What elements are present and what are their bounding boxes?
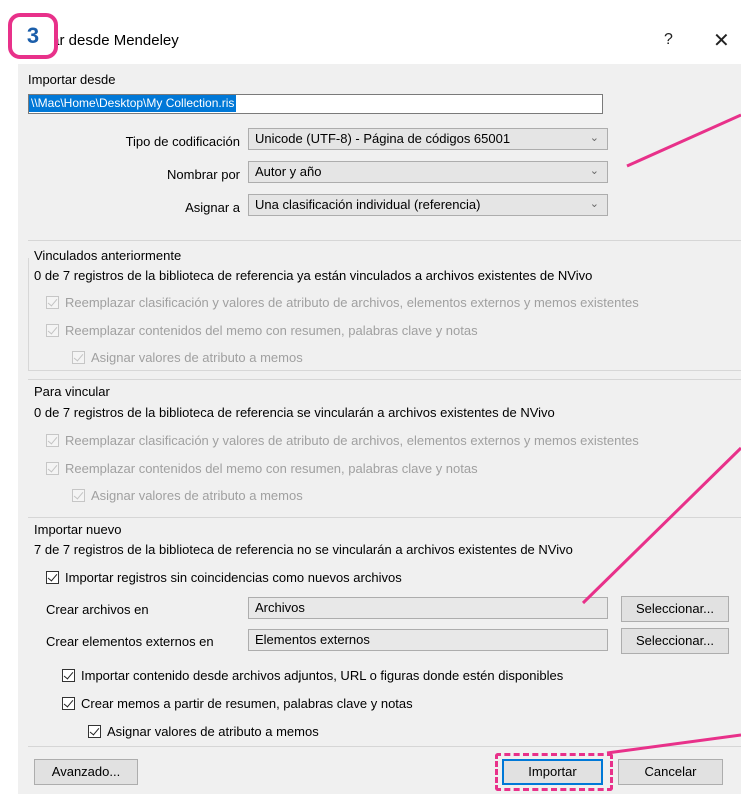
pointer-line: [581, 446, 741, 605]
pointer-line: [626, 113, 741, 168]
pointer-line: [606, 733, 741, 755]
callout-pointers: [581, 113, 741, 755]
